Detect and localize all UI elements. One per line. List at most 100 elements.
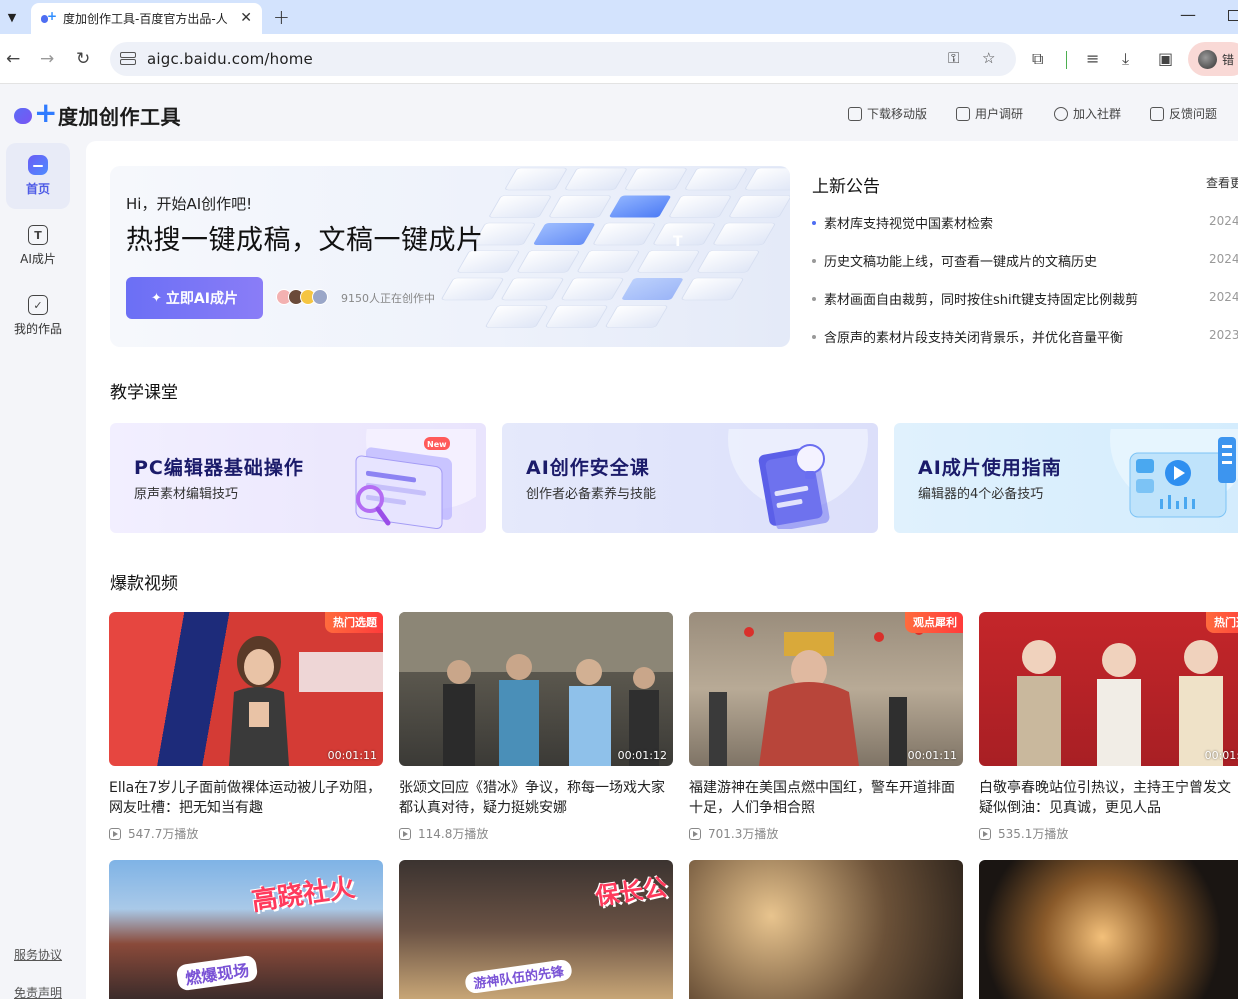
hot-topic-badge: 热门选 — [1206, 612, 1238, 633]
app-header: + 度加创作工具 下载移动版 用户调研 加入社群 反馈问题 — [0, 85, 1238, 141]
browser-tab-active[interactable]: 度加创作工具-百度官方出品-人 ✕ — [31, 3, 262, 34]
reload-icon[interactable]: ↻ — [76, 49, 90, 69]
bookmark-star-icon[interactable]: ☆ — [982, 49, 995, 67]
join-community-link[interactable]: 加入社群 — [1054, 105, 1121, 122]
download-mobile-link[interactable]: 下载移动版 — [848, 105, 927, 122]
logo-mark-icon: + — [14, 98, 57, 127]
course-title: AI成片使用指南 — [918, 457, 1062, 479]
home-icon — [28, 155, 48, 175]
course-subtitle: 原声素材编辑技巧 — [134, 487, 239, 502]
thumbnail-caption: 燃爆现场 — [175, 954, 259, 992]
notice-item[interactable]: 含原声的素材片段支持关闭背景乐，并优化音量平衡 — [812, 327, 1123, 346]
group-scene-illustration — [399, 612, 673, 766]
forward-arrow-icon[interactable]: → — [40, 49, 54, 69]
sidebar-item-ai-video[interactable]: T AI成片 — [6, 213, 70, 279]
feedback-label: 反馈问题 — [1169, 107, 1218, 121]
notice-item[interactable]: 历史文稿功能上线，可查看一键成片的文稿历史 — [812, 251, 1097, 270]
chat-icon — [1054, 106, 1068, 121]
hot-topic-badge: 热门选题 — [325, 612, 383, 633]
notice-more-link[interactable]: 查看更 — [1206, 174, 1238, 191]
user-survey-link[interactable]: 用户调研 — [956, 105, 1023, 122]
video-thumbnail[interactable]: 00:01:12 — [399, 612, 673, 766]
video-thumbnail[interactable]: 观点犀利 00:01:11 — [689, 612, 963, 766]
notice-panel: 上新公告 查看更 素材库支持视觉中国素材检索 2024 历史文稿功能上线，可查看… — [812, 166, 1238, 347]
profile-button[interactable]: 错 — [1188, 42, 1238, 76]
video-thumbnail[interactable] — [689, 860, 963, 999]
video-plays: 701.3万播放 — [689, 825, 778, 842]
notice-item-text: 素材画面自由裁剪，同时按住shift键支持固定比例裁剪 — [824, 293, 1139, 308]
parade-scene-illustration — [709, 625, 924, 766]
extensions-icon[interactable]: ⧉ — [1032, 49, 1043, 69]
sparkle-icon: ✦ — [151, 290, 162, 306]
video-thumbnail[interactable]: 高跷社火 燃爆现场 — [109, 860, 383, 999]
download-icon[interactable]: ⤓ — [1122, 49, 1129, 69]
terms-of-service-link[interactable]: 服务协议 — [14, 946, 62, 963]
play-count-icon — [109, 827, 121, 840]
sidebar-item-my-works[interactable]: ✓ 我的作品 — [6, 283, 70, 349]
celebrity-figure-illustration — [229, 636, 383, 766]
browser-tabbar: ▼ 度加创作工具-百度官方出品-人 ✕ + — — [0, 0, 1238, 34]
play-count-text: 547.7万播放 — [128, 827, 199, 841]
video-title[interactable]: Ella在7岁儿子面前做裸体运动被儿子劝阻，网友吐槽：把无知当有趣 — [109, 778, 383, 818]
course-card-ai-safety[interactable]: AI创作安全课 创作者必备素养与技能 — [502, 423, 878, 533]
avatar — [312, 289, 328, 305]
course-card-pc-editor[interactable]: New PC编辑器基础操作 原声素材编辑技巧 — [110, 423, 486, 533]
notice-date: 2023- — [1209, 328, 1238, 342]
thumbnail-caption: 游神队伍的先锋 — [464, 958, 573, 995]
video-duration: 00:01:11 — [907, 749, 957, 762]
course-card-ai-video-guide[interactable]: AI成片使用指南 编辑器的4个必备技巧 — [894, 423, 1238, 533]
feedback-link[interactable]: 反馈问题 — [1150, 105, 1217, 122]
hero-title: 热搜一键成稿，文稿一键成片 — [126, 225, 484, 256]
logo-text: 度加创作工具 — [58, 105, 181, 129]
hero-grid-illustration: T — [441, 167, 790, 328]
course-title: AI创作安全课 — [526, 457, 650, 479]
back-arrow-icon[interactable]: ← — [6, 49, 20, 69]
tab-search-button[interactable]: ▼ — [0, 2, 24, 32]
video-title[interactable]: 福建游神在美国点燃中国红，警车开道排面十足，人们争相合照 — [689, 778, 963, 818]
creating-count: 9150人正在创作中 — [341, 292, 435, 305]
notice-item[interactable]: 素材库支持视觉中国素材检索 — [812, 213, 993, 232]
notice-item-text: 历史文稿功能上线，可查看一键成片的文稿历史 — [824, 255, 1098, 270]
notice-item-text: 含原声的素材片段支持关闭背景乐，并优化音量平衡 — [824, 331, 1124, 346]
video-title[interactable]: 白敬亭春晚站位引热议，主持王宁曾发文疑似倒油：见真诚，更见人品 — [979, 778, 1238, 818]
close-tab-icon[interactable]: ✕ — [240, 10, 252, 26]
course-subtitle: 创作者必备素养与技能 — [526, 487, 657, 502]
start-ai-video-button[interactable]: ✦ 立即AI成片 — [126, 277, 263, 319]
video-duration: 00:01:11 — [327, 749, 377, 762]
media-control-icon[interactable]: ≡ — [1086, 49, 1099, 68]
toolbar-divider — [1066, 51, 1067, 69]
sidebar-item-home[interactable]: 首页 — [6, 143, 70, 209]
new-tab-button[interactable]: + — [273, 5, 290, 29]
site-info-icon[interactable] — [120, 51, 136, 65]
video-plays: 535.1万播放 — [979, 825, 1068, 842]
sidebar-item-label: 我的作品 — [13, 322, 62, 336]
video-thumbnail[interactable] — [979, 860, 1238, 999]
notice-item[interactable]: 素材画面自由裁剪，同时按住shift键支持固定比例裁剪 — [812, 289, 1138, 308]
maximize-window-button[interactable] — [1228, 10, 1238, 21]
key-icon[interactable]: ⚿ — [948, 49, 959, 67]
new-tag: New — [427, 440, 447, 449]
address-bar[interactable]: aigc.baidu.com/home ⚿ ☆ — [110, 42, 1016, 76]
course-title: PC编辑器基础操作 — [134, 457, 304, 479]
video-thumbnail[interactable]: 热门选题 00:01:11 — [109, 612, 383, 766]
logo[interactable]: + 度加创作工具 — [14, 98, 181, 130]
sidebar-item-label: AI成片 — [20, 252, 56, 266]
play-count-icon — [399, 827, 411, 840]
video-title[interactable]: 张颂文回应《猎冰》争议，称每一场戏大家都认真对待，疑力挺姚安娜 — [399, 778, 673, 818]
side-panel-icon[interactable]: ▣ — [1158, 49, 1173, 68]
video-thumbnail[interactable]: 热门选 00:01:0 — [979, 612, 1238, 766]
disclaimer-link[interactable]: 免责声明 — [14, 984, 62, 999]
url-text[interactable]: aigc.baidu.com/home — [147, 50, 313, 68]
video-thumbnail[interactable]: 保长公 游神队伍的先锋 — [399, 860, 673, 999]
download-mobile-label: 下载移动版 — [867, 107, 928, 121]
creator-avatars — [276, 289, 328, 305]
video-card[interactable]: 00:01:12 张颂文回应《猎冰》争议，称每一场戏大家都认真对待，疑力挺姚安娜… — [399, 612, 673, 847]
video-plays: 547.7万播放 — [109, 825, 198, 842]
videos-section-title: 爆款视频 — [110, 574, 178, 594]
minimize-window-button[interactable]: — — [1180, 5, 1196, 24]
notice-date: 2024 — [1209, 214, 1238, 228]
video-card[interactable]: 热门选 00:01:0 白敬亭春晚站位引热议，主持王宁曾发文疑似倒油：见真诚，更… — [979, 612, 1238, 847]
video-card[interactable]: 观点犀利 00:01:11 福建游神在美国点燃中国红，警车开道排面十足，人们争相… — [689, 612, 963, 847]
video-card[interactable]: 热门选题 00:01:11 Ella在7岁儿子面前做裸体运动被儿子劝阻，网友吐槽… — [109, 612, 383, 847]
phone-icon — [848, 106, 862, 121]
